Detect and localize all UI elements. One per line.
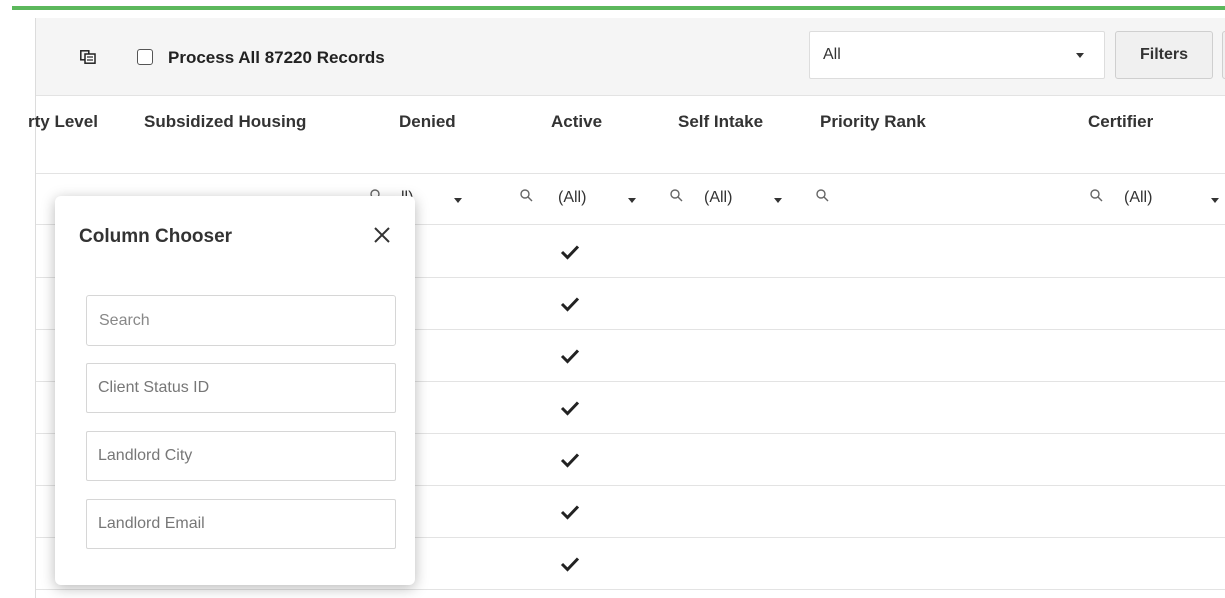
checkmark-icon: [560, 453, 580, 468]
column-chooser-title: Column Chooser: [79, 226, 233, 247]
column-header-denied[interactable]: Denied: [399, 112, 456, 132]
search-icon: [1090, 189, 1103, 202]
column-chooser-popup: Column Chooser Search Client Status ID L…: [55, 196, 415, 585]
filter-self-intake-value[interactable]: (All): [704, 189, 732, 207]
column-header-active[interactable]: Active: [551, 112, 602, 132]
filter-active-value[interactable]: (All): [558, 189, 586, 207]
column-header-poverty-level[interactable]: rty Level: [28, 112, 98, 132]
column-chooser-icon[interactable]: [80, 50, 96, 64]
grid-toolbar: Process All 87220 Records All Filters: [36, 18, 1225, 96]
search-icon: [520, 189, 533, 202]
column-header-certifier[interactable]: Certifier: [1088, 112, 1153, 132]
checkmark-icon: [560, 505, 580, 520]
chooser-item-label: Landlord City: [98, 447, 193, 464]
checkmark-icon: [560, 401, 580, 416]
filter-select-value: All: [823, 46, 841, 63]
column-chooser-search-input[interactable]: Search: [86, 295, 396, 346]
chooser-item[interactable]: Landlord City: [86, 431, 396, 481]
checkmark-icon: [560, 557, 580, 572]
chevron-down-icon[interactable]: [628, 198, 636, 203]
checkmark-icon: [560, 349, 580, 364]
chevron-down-icon[interactable]: [1211, 198, 1219, 203]
process-all-checkbox[interactable]: [137, 49, 153, 65]
process-all-label[interactable]: Process All 87220 Records: [168, 48, 385, 68]
column-header-row: rty Level Subsidized Housing Denied Acti…: [28, 95, 1225, 174]
filters-button[interactable]: Filters: [1115, 31, 1213, 79]
search-icon[interactable]: [816, 189, 829, 202]
filter-select[interactable]: All: [809, 31, 1105, 79]
close-icon[interactable]: [373, 226, 391, 244]
chooser-item-label: Client Status ID: [98, 379, 210, 396]
search-placeholder: Search: [99, 312, 150, 329]
chooser-item[interactable]: Landlord Email: [86, 499, 396, 549]
filter-certifier-value[interactable]: (All): [1124, 189, 1152, 207]
chevron-down-icon[interactable]: [454, 198, 462, 203]
chevron-down-icon[interactable]: [774, 198, 782, 203]
column-header-priority-rank[interactable]: Priority Rank: [820, 112, 926, 132]
column-header-subsidized-housing[interactable]: Subsidized Housing: [144, 112, 306, 132]
chevron-down-icon: [1076, 53, 1084, 58]
data-grid: Process All 87220 Records All Filters rt…: [28, 18, 1225, 598]
checkmark-icon: [560, 245, 580, 260]
chooser-item-label: Landlord Email: [98, 515, 205, 532]
search-icon: [670, 189, 683, 202]
checkmark-icon: [560, 297, 580, 312]
column-header-self-intake[interactable]: Self Intake: [678, 112, 763, 132]
top-accent-line: [12, 6, 1225, 10]
chooser-item[interactable]: Client Status ID: [86, 363, 396, 413]
